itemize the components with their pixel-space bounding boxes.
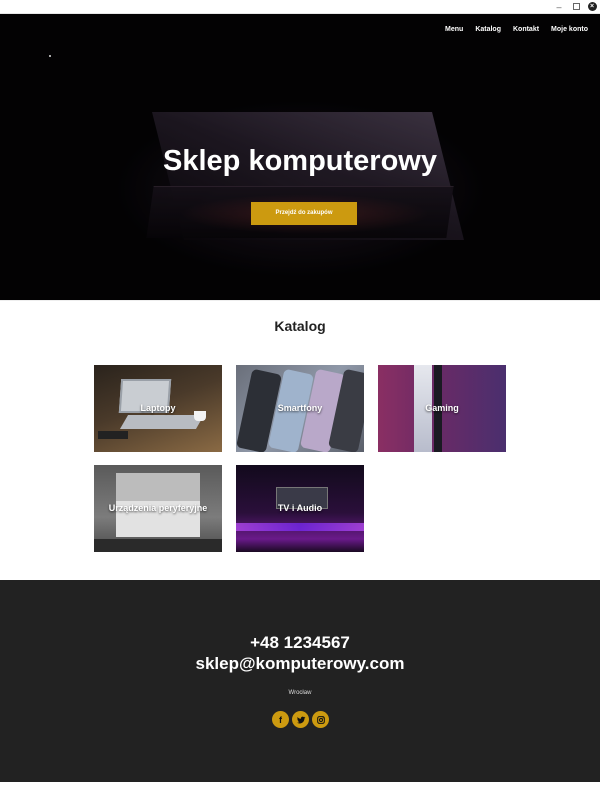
category-tile-tv-i-audio[interactable]: TV i Audio bbox=[236, 465, 364, 552]
category-label: Urządzenia peryferyjne bbox=[108, 503, 208, 513]
twitter-icon[interactable] bbox=[292, 711, 309, 728]
category-tile-laptopy[interactable]: Laptopy bbox=[94, 365, 222, 452]
category-label: TV i Audio bbox=[277, 503, 323, 513]
page-bottom bbox=[0, 782, 600, 800]
catalog-section: Katalog Laptopy Smartfony Gaming Urządze… bbox=[0, 300, 600, 580]
close-icon[interactable]: × bbox=[586, 1, 598, 13]
contact-email[interactable]: sklep@komputerowy.com bbox=[0, 654, 600, 674]
minimize-icon[interactable]: – bbox=[553, 1, 565, 13]
category-tile-gaming[interactable]: Gaming bbox=[378, 365, 506, 452]
category-label: Smartfony bbox=[277, 403, 323, 413]
page-title: Sklep komputerowy bbox=[163, 145, 437, 177]
hero-dot bbox=[49, 55, 51, 57]
category-label: Laptopy bbox=[140, 403, 176, 413]
maximize-icon[interactable] bbox=[570, 1, 582, 13]
footer: +48 1234567 sklep@komputerowy.com Wrocła… bbox=[0, 580, 600, 782]
facebook-icon[interactable]: f bbox=[272, 711, 289, 728]
main-nav: Menu Katalog Kontakt Moje konto bbox=[445, 26, 588, 33]
shop-now-button[interactable]: Przejdź do zakupów bbox=[251, 202, 357, 225]
nav-item-moje-konto[interactable]: Moje konto bbox=[551, 26, 588, 33]
contact-city: Wrocław bbox=[288, 690, 312, 696]
instagram-icon[interactable] bbox=[312, 711, 329, 728]
window-titlebar: – × bbox=[0, 0, 600, 14]
contact-phone[interactable]: +48 1234567 bbox=[0, 633, 600, 653]
category-tile-smartfony[interactable]: Smartfony bbox=[236, 365, 364, 452]
social-links: f bbox=[272, 711, 329, 728]
nav-item-kontakt[interactable]: Kontakt bbox=[513, 26, 539, 33]
nav-item-katalog[interactable]: Katalog bbox=[475, 26, 501, 33]
hero-banner: Menu Katalog Kontakt Moje konto Sklep ko… bbox=[0, 14, 600, 300]
nav-item-menu[interactable]: Menu bbox=[445, 26, 463, 33]
category-label: Gaming bbox=[425, 403, 459, 413]
category-tile-urzadzenia-peryferyjne[interactable]: Urządzenia peryferyjne bbox=[94, 465, 222, 552]
catalog-title: Katalog bbox=[274, 318, 326, 334]
